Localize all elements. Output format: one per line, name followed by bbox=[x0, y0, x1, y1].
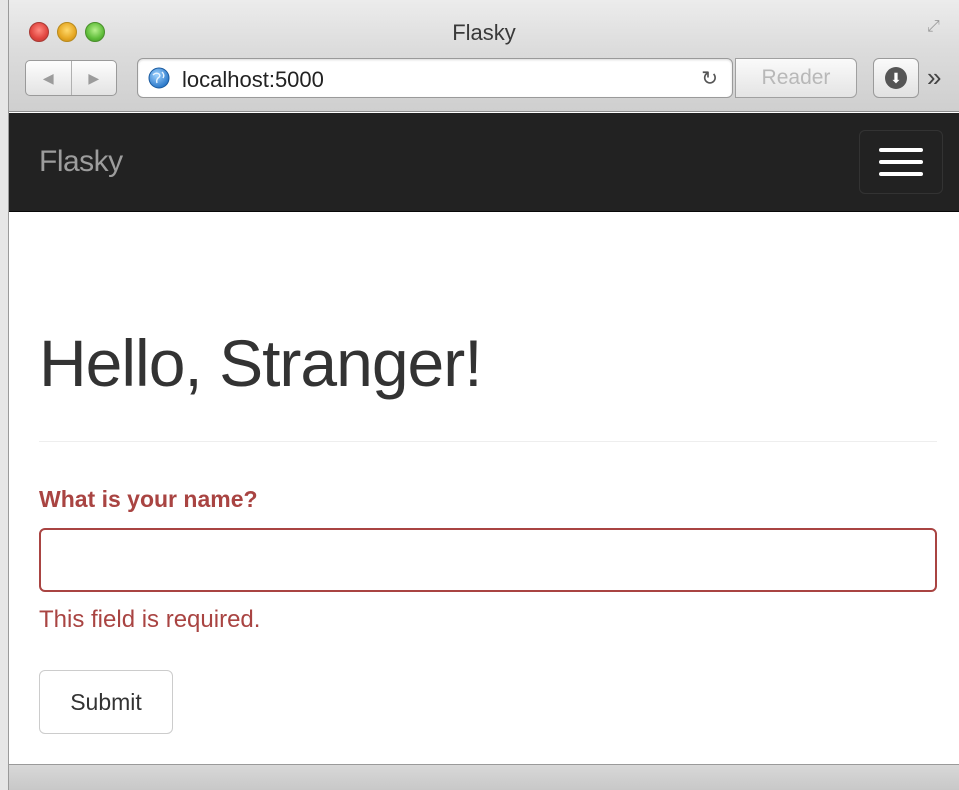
download-icon: ⬇ bbox=[885, 67, 907, 89]
hamburger-menu-icon bbox=[879, 172, 923, 176]
hamburger-menu-icon bbox=[879, 148, 923, 152]
back-arrow-icon: ◀ bbox=[42, 69, 54, 86]
forward-arrow-icon: ▶ bbox=[88, 69, 100, 86]
toolbar-overflow-icon[interactable]: » bbox=[927, 62, 941, 93]
reload-icon[interactable]: ↻ bbox=[701, 66, 718, 91]
fullscreen-icon[interactable]: ⤢ bbox=[927, 18, 949, 40]
name-field-label: What is your name? bbox=[39, 486, 258, 512]
downloads-button[interactable]: ⬇ bbox=[873, 58, 919, 98]
navbar-toggle-button[interactable] bbox=[859, 130, 943, 194]
back-button[interactable]: ◀ bbox=[26, 61, 71, 95]
browser-window: Flasky ⤢ ◀ ▶ localhost:5000 ↻ Reader ⬇ »… bbox=[8, 0, 959, 790]
forward-button[interactable]: ▶ bbox=[70, 61, 117, 95]
address-bar[interactable]: localhost:5000 ↻ bbox=[137, 58, 733, 98]
window-title: Flasky bbox=[452, 20, 516, 45]
navbar: Flasky bbox=[9, 113, 959, 212]
globe-icon bbox=[148, 67, 170, 89]
reader-button[interactable]: Reader bbox=[735, 58, 857, 98]
hamburger-menu-icon bbox=[879, 160, 923, 164]
browser-status-bar bbox=[9, 764, 959, 790]
page-title: Hello, Stranger! bbox=[39, 326, 483, 400]
url-text: localhost:5000 bbox=[182, 67, 324, 92]
name-input[interactable] bbox=[39, 528, 937, 592]
submit-button[interactable]: Submit bbox=[39, 670, 173, 734]
name-field-error: This field is required. bbox=[39, 606, 261, 633]
page-header: Hello, Stranger! bbox=[39, 330, 937, 442]
history-navigation: ◀ ▶ bbox=[25, 60, 117, 96]
browser-toolbar: Flasky ⤢ ◀ ▶ localhost:5000 ↻ Reader ⬇ » bbox=[9, 0, 959, 112]
navbar-brand[interactable]: Flasky bbox=[39, 145, 123, 179]
